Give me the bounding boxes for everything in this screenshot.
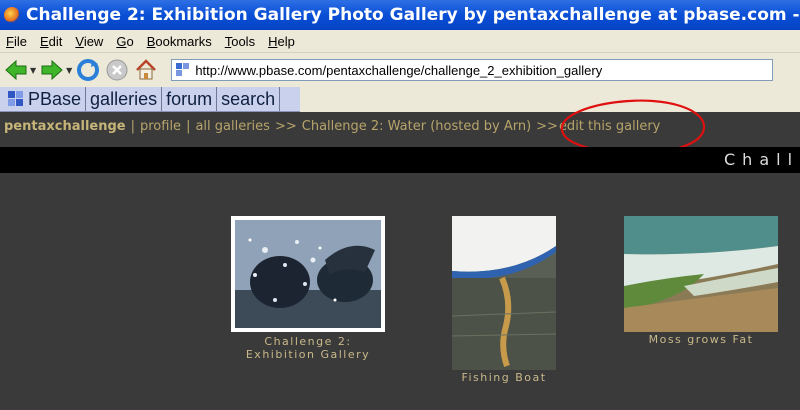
menu-file[interactable]: File [0,34,34,49]
home-icon [136,59,157,80]
gallery-title-banner: Chall [0,147,800,173]
forward-button[interactable] [39,57,65,83]
menu-edit[interactable]: Edit [34,34,69,49]
breadcrumb-separator: | [186,118,191,134]
thumbnail-caption[interactable]: Challenge 2: Exhibition Gallery [231,335,385,361]
breadcrumb-all-galleries-link[interactable]: all galleries [195,119,270,134]
breadcrumb-profile-link[interactable]: profile [140,119,181,134]
forward-dropdown-icon[interactable]: ▼ [66,66,72,75]
navigation-toolbar: ▼ ▼ http://www.pbase.com/pentaxchallenge… [0,53,800,88]
breadcrumb-user-link[interactable]: pentaxchallenge [4,119,126,134]
address-bar[interactable]: http://www.pbase.com/pentaxchallenge/cha… [171,59,774,81]
window-title-bar: Challenge 2: Exhibition Gallery Photo Ga… [0,0,800,30]
breadcrumb-arrow: >> [274,118,297,134]
caption-line: Moss grows Fat [648,333,754,346]
thumbnail-image [235,220,381,328]
menu-tools[interactable]: Tools [219,34,262,49]
address-url: http://www.pbase.com/pentaxchallenge/cha… [195,62,603,78]
thumbnail-moss-grows-fat[interactable] [624,216,778,332]
thumbnail-fishing-boat[interactable] [452,216,556,370]
stop-icon [106,59,128,81]
caption-line: Exhibition Gallery [245,348,371,361]
back-arrow-icon [5,59,27,81]
breadcrumb-separator: | [130,118,135,134]
site-favicon-icon [176,63,190,77]
caption-line: Challenge 2: [264,335,352,348]
menu-bookmarks[interactable]: Bookmarks [141,34,219,49]
window-title: Challenge 2: Exhibition Gallery Photo Ga… [26,5,800,25]
menu-bar: File Edit View Go Bookmarks Tools Help [0,30,800,53]
menu-help[interactable]: Help [262,34,302,49]
breadcrumb-arrow: >> [536,118,558,134]
stop-button[interactable] [104,57,130,83]
thumbnail-challenge-2[interactable] [231,216,385,332]
thumbnail-caption[interactable]: Moss grows Fat [624,333,778,346]
menu-go[interactable]: Go [110,34,140,49]
thumbnail-image [452,216,556,370]
reload-button[interactable] [75,57,101,83]
tab-search[interactable]: search [217,87,281,111]
pbase-nav-tabs: PBase galleries forum search [0,87,300,112]
back-button[interactable] [3,57,29,83]
pbase-logo-icon [8,91,24,107]
tab-galleries[interactable]: galleries [86,87,163,111]
back-dropdown-icon[interactable]: ▼ [30,66,36,75]
thumbnail-caption[interactable]: Fishing Boat [440,371,568,384]
tab-forum[interactable]: forum [162,87,218,111]
thumbnail-image [624,216,778,332]
gallery-grid: Challenge 2: Exhibition Gallery Fishing … [0,173,800,410]
reload-icon [77,59,100,81]
tab-pbase[interactable]: PBase [0,87,87,111]
tab-pbase-label: PBase [28,88,82,109]
gallery-title-text: Chall [724,150,800,169]
home-button[interactable] [133,57,159,83]
menu-view[interactable]: View [69,34,110,49]
firefox-logo-icon [4,7,20,23]
caption-line: Fishing Boat [461,371,547,384]
breadcrumb-parent-gallery-link[interactable]: Challenge 2: Water (hosted by Arn) [302,119,531,134]
forward-arrow-icon [41,59,63,81]
